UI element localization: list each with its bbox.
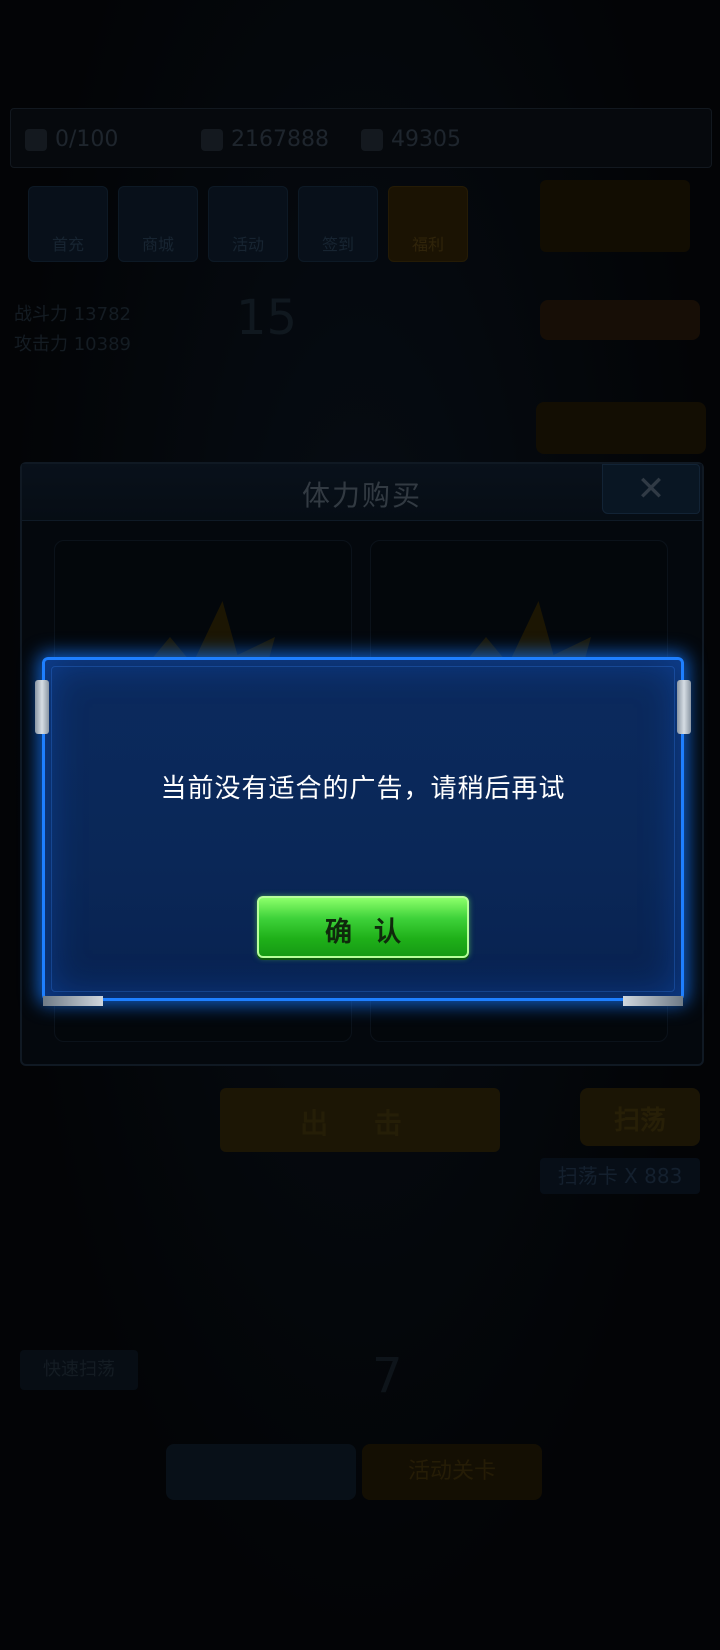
confirm-button[interactable]: 确认 — [257, 896, 469, 958]
ad-unavailable-dialog: 当前没有适合的广告，请稍后再试 确认 — [35, 657, 691, 1006]
confirm-button-label: 确认 — [325, 917, 423, 948]
frame-bracket-right — [677, 680, 691, 734]
frame-corner-left — [43, 996, 103, 1006]
frame-corner-right — [623, 996, 683, 1006]
dialog-message: 当前没有适合的广告，请稍后再试 — [160, 774, 566, 804]
frame-bracket-left — [35, 680, 49, 734]
